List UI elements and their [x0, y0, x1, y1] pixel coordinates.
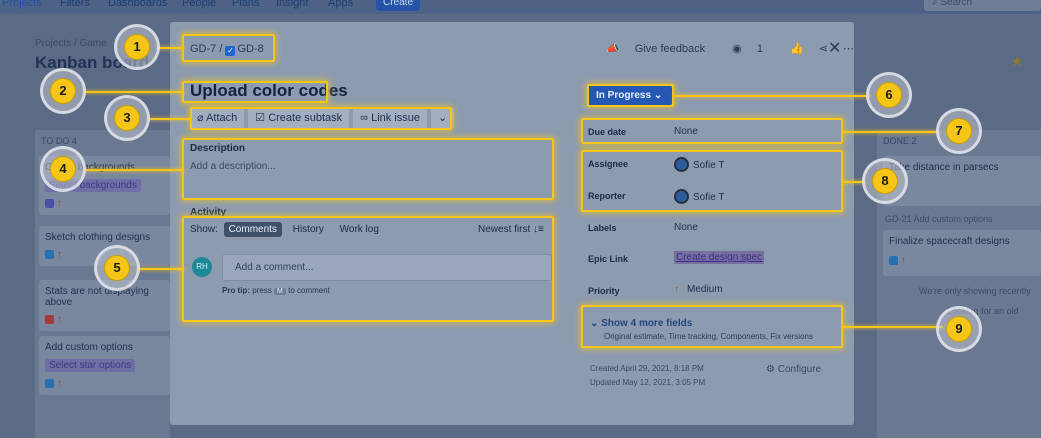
callout-2: 2 [40, 68, 86, 114]
board-card[interactable]: Add custom options Select star options ↑ [39, 336, 170, 395]
callout-3: 3 [104, 95, 150, 141]
search-placeholder: Search [940, 0, 973, 8]
priority-arrow-icon: ↑ [674, 284, 679, 295]
callout-number: 2 [51, 79, 75, 103]
column-header: DONE 2 [883, 136, 917, 146]
issue-type-icon [45, 250, 54, 260]
search-input[interactable]: ⌕ Search [924, 0, 1041, 11]
epic-link-label: Epic Link [588, 254, 629, 264]
highlight-breadcrumb [182, 34, 275, 62]
give-feedback-button[interactable]: 📣 Give feedback [606, 43, 717, 55]
card-title: Sketch clothing designs [45, 232, 151, 243]
callout-1: 1 [114, 24, 160, 70]
nav-plans[interactable]: Plans [232, 0, 260, 9]
configure-label: Configure [777, 364, 822, 375]
card-title: Stats are not displaying above [45, 286, 149, 308]
callout-number: 5 [105, 256, 129, 280]
create-button[interactable]: Create [376, 0, 420, 11]
highlight-activity [182, 216, 554, 322]
callout-number: 3 [115, 106, 139, 130]
watch-count: 1 [756, 43, 763, 55]
callout-number: 9 [947, 317, 971, 341]
highlight-toolbar [190, 107, 452, 130]
highlight-title [182, 81, 328, 103]
issue-type-icon [889, 255, 898, 265]
callout-8: 8 [862, 158, 908, 204]
priority-icon: ↑ [57, 378, 62, 389]
highlight-description [182, 138, 554, 200]
connector-line [158, 47, 184, 49]
callout-7: 7 [936, 108, 982, 154]
board-card[interactable]: Finalize spacecraft designs ↑ [883, 230, 1041, 276]
connector-line [843, 131, 939, 133]
callout-number: 6 [877, 83, 901, 107]
connector-line [86, 169, 184, 171]
board-breadcrumb[interactable]: Projects / Game [35, 38, 107, 49]
top-nav: Projects Filters Dashboards People Plans… [0, 0, 1041, 14]
priority-name: Medium [687, 284, 723, 295]
callout-5: 5 [94, 245, 140, 291]
give-feedback-label: Give feedback [634, 43, 706, 55]
card-title: Add custom options [45, 342, 133, 353]
more-icon[interactable]: ⋯ [843, 43, 854, 55]
epic-link[interactable]: Create design spec [674, 251, 765, 264]
nav-insight[interactable]: Insight [276, 0, 308, 9]
connector-line [138, 268, 184, 270]
card-title: Finalize spacecraft designs [889, 236, 1010, 247]
like-icon[interactable]: 👍 [790, 43, 804, 55]
nav-filters[interactable]: Filters [60, 0, 90, 9]
share-icon[interactable]: ⋖ [819, 43, 828, 55]
board-note: We're only showing recently [919, 286, 1031, 296]
connector-line [150, 118, 192, 120]
card-label: Select star options [45, 359, 136, 372]
priority-label: Priority [588, 286, 620, 296]
callout-number: 7 [947, 119, 971, 143]
megaphone-icon: 📣 [606, 43, 623, 55]
configure-button[interactable]: ⚙ Configure [766, 364, 821, 375]
nav-projects[interactable]: Projects [2, 0, 42, 9]
priority-icon: ↑ [57, 198, 62, 209]
card-title: Take distance in parsecs [889, 162, 999, 173]
callout-6: 6 [866, 72, 912, 118]
callout-9: 9 [936, 306, 982, 352]
callout-4: 4 [40, 146, 86, 192]
group-header: GD-21 Add custom options [885, 214, 993, 224]
nav-apps[interactable]: Apps [328, 0, 353, 9]
connector-line [843, 326, 943, 328]
callout-number: 4 [51, 157, 75, 181]
issue-type-icon [45, 379, 54, 389]
priority-icon: ↑ [901, 255, 906, 266]
callout-number: 1 [125, 35, 149, 59]
priority-icon: ↑ [57, 249, 62, 260]
highlight-people [581, 150, 843, 212]
epic-link-value[interactable]: Create design spec [674, 251, 765, 264]
priority-value[interactable]: ↑ Medium [674, 284, 723, 295]
gear-icon: ⚙ [766, 364, 778, 375]
priority-icon: ↑ [57, 314, 62, 325]
watch-button[interactable]: ◉ 1 [732, 43, 775, 55]
connector-line [84, 91, 184, 93]
callout-number: 8 [873, 169, 897, 193]
highlight-status [587, 84, 674, 107]
eye-icon: ◉ [732, 43, 745, 55]
created-timestamp: Created April 29, 2021, 8:18 PM [590, 364, 704, 373]
labels-value[interactable]: None [674, 222, 698, 233]
labels-label: Labels [588, 223, 617, 233]
issue-type-icon [45, 315, 54, 325]
nav-people[interactable]: People [182, 0, 216, 9]
issue-type-icon [45, 199, 54, 209]
highlight-more-fields [581, 305, 843, 348]
updated-timestamp: Updated May 12, 2021, 3:05 PM [590, 378, 706, 387]
highlight-due-date [581, 118, 843, 144]
nav-dashboards[interactable]: Dashboards [108, 0, 167, 9]
close-icon[interactable]: ✕ [828, 38, 841, 58]
connector-line [674, 95, 870, 97]
column-header: TO DO 4 [41, 136, 77, 146]
star-icon[interactable]: ★ [1011, 53, 1024, 70]
